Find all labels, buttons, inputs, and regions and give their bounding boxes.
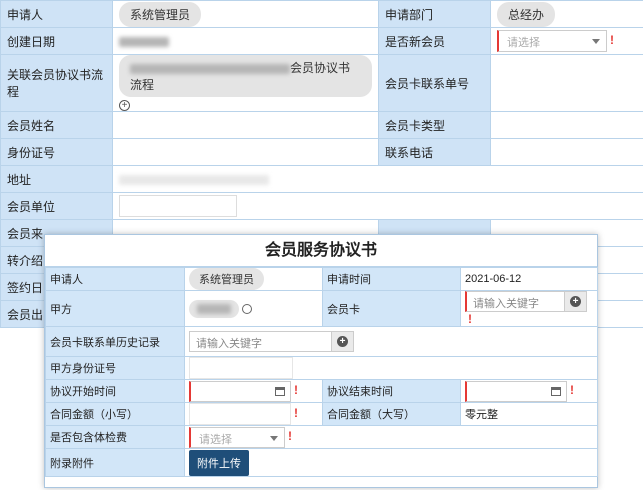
required-mark: ! — [610, 33, 614, 48]
flow-label: 关联会员协议书流程 — [0, 54, 113, 112]
applicant-label: 申请人 — [0, 0, 113, 28]
required-mark: ! — [468, 312, 472, 326]
required-mark: ! — [294, 382, 298, 397]
new-member-select[interactable]: 请选择 — [497, 30, 607, 52]
start-label: 协议开始时间 — [45, 379, 185, 403]
party-a-label: 甲方 — [45, 290, 185, 327]
end-label: 协议结束时间 — [322, 379, 461, 403]
attachment-label: 附录附件 — [45, 448, 185, 477]
apply-time-value: 2021-06-12 — [460, 267, 598, 291]
checkup-select[interactable]: 请选择 — [189, 426, 285, 448]
service-agreement-dialog: 会员服务协议书 申请人 系统管理员 申请时间 2021-06-12 甲方 会员卡… — [44, 234, 598, 488]
applicant-pill[interactable]: 系统管理员 — [119, 1, 202, 27]
address-redacted — [119, 174, 269, 185]
dept-label: 申请部门 — [378, 0, 491, 28]
member-name-label: 会员姓名 — [0, 111, 113, 139]
id-label: 身份证号 — [0, 138, 113, 166]
required-mark: ! — [288, 428, 292, 443]
unit-input[interactable] — [119, 195, 237, 217]
required-mark: ! — [570, 382, 574, 397]
party-a-redacted — [197, 303, 231, 314]
end-date-input[interactable] — [465, 380, 567, 402]
clock-icon[interactable] — [242, 303, 252, 314]
calendar-icon[interactable] — [551, 386, 561, 396]
add-history-button[interactable]: + — [331, 332, 353, 351]
card-contact-label: 会员卡联系单号 — [378, 54, 491, 112]
dept-pill[interactable]: 总经办 — [497, 1, 556, 27]
amount-small-label: 合同金额（小写） — [45, 402, 185, 426]
created-date-redacted — [119, 36, 169, 47]
member-card-input[interactable]: 请输入关键字 + — [465, 291, 587, 312]
dialog-title: 会员服务协议书 — [45, 235, 597, 267]
phone-label: 联系电话 — [378, 138, 491, 166]
dlg-applicant-pill[interactable]: 系统管理员 — [189, 268, 264, 290]
flow-redacted — [130, 63, 290, 74]
history-input[interactable]: 请输入关键字 + — [189, 331, 354, 352]
start-date-input[interactable] — [189, 380, 291, 402]
party-a-id-input[interactable] — [189, 357, 293, 379]
plus-icon: + — [570, 296, 581, 307]
created-date-label: 创建日期 — [0, 27, 113, 55]
card-type-label: 会员卡类型 — [378, 111, 491, 139]
apply-time-label: 申请时间 — [322, 267, 461, 291]
amount-big-label: 合同金额（大写） — [322, 402, 461, 426]
dlg-applicant-label: 申请人 — [45, 267, 185, 291]
flow-pill[interactable]: 会员协议书流程 — [119, 55, 372, 97]
calendar-icon[interactable] — [275, 386, 285, 396]
address-label: 地址 — [0, 165, 113, 193]
upload-button[interactable]: 附件上传 — [189, 449, 249, 476]
plus-icon: + — [337, 336, 348, 347]
required-mark: ! — [294, 405, 298, 420]
chevron-down-icon — [270, 435, 278, 441]
member-card-label: 会员卡 — [322, 290, 461, 327]
checkup-label: 是否包含体检费 — [45, 425, 185, 449]
amount-big-value: 零元整 — [460, 402, 598, 426]
dialog-form-table: 申请人 系统管理员 申请时间 2021-06-12 甲方 会员卡 请输入关键字 +… — [45, 267, 598, 477]
party-a-id-label: 甲方身份证号 — [45, 356, 185, 380]
add-flow-icon[interactable]: + — [119, 100, 130, 111]
add-card-button[interactable]: + — [564, 292, 586, 311]
amount-small-input[interactable] — [189, 403, 291, 425]
unit-label: 会员单位 — [0, 192, 113, 220]
history-label: 会员卡联系单历史记录 — [45, 326, 185, 357]
party-a-pill[interactable] — [189, 299, 239, 318]
chevron-down-icon — [592, 39, 600, 44]
new-member-label: 是否新会员 — [378, 27, 491, 55]
